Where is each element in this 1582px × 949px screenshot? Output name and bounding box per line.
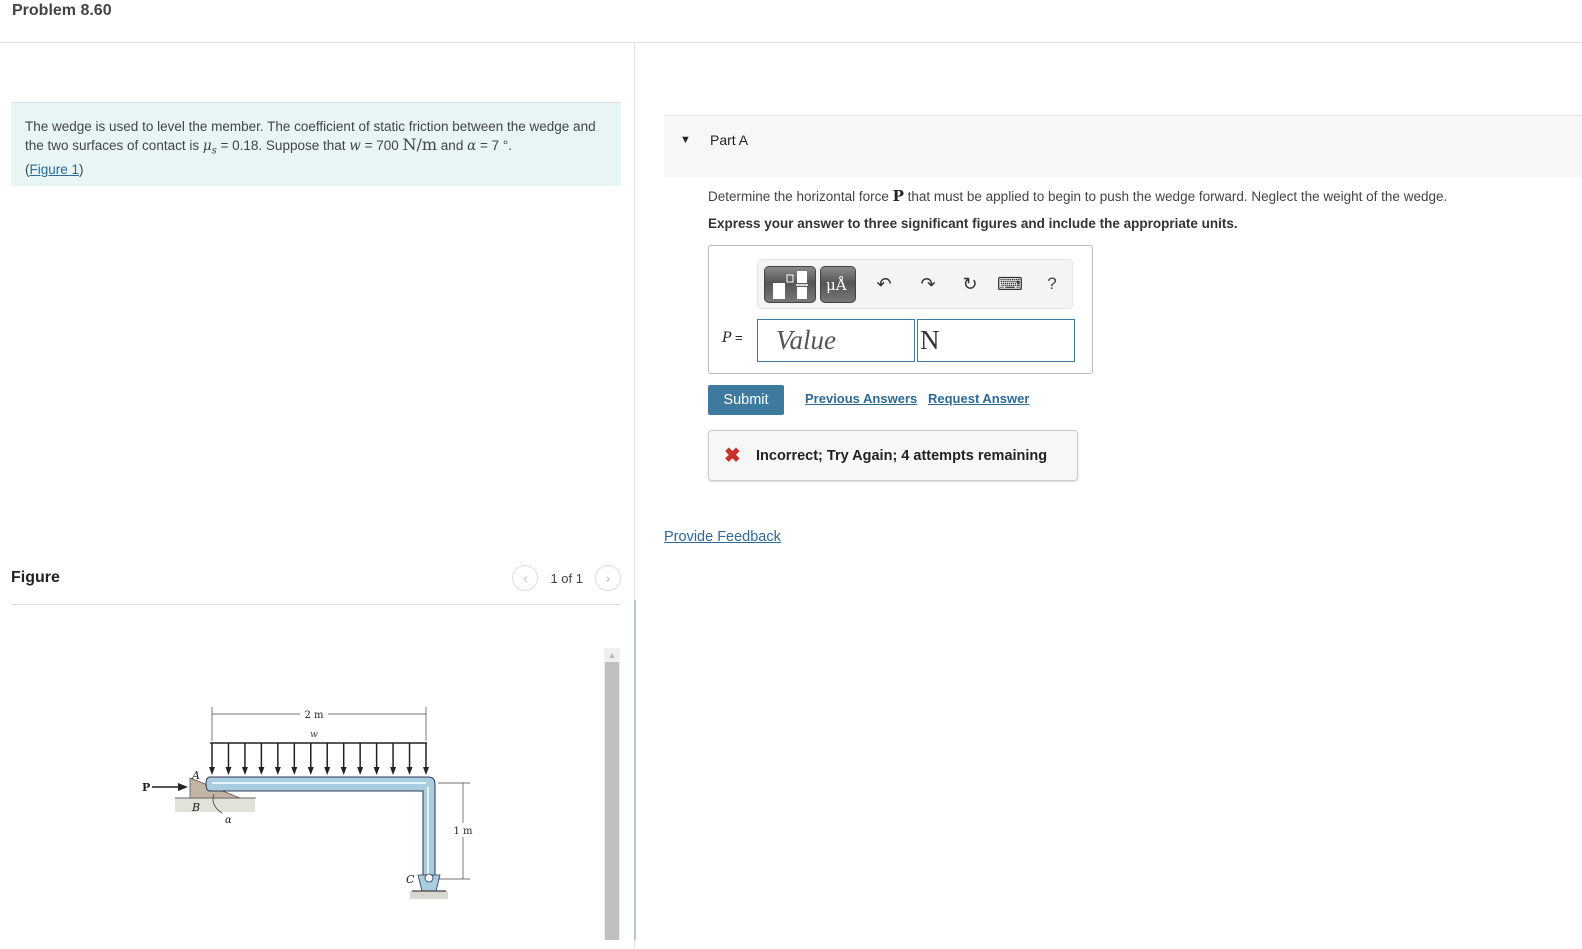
intro-text-4: and <box>437 138 468 153</box>
scrollbar-thumb[interactable] <box>605 662 619 940</box>
problem-title: Problem 8.60 <box>12 2 112 19</box>
angle-label: α <box>225 815 232 826</box>
load-label: w <box>310 730 318 740</box>
load-arrow-head <box>209 767 215 775</box>
templates-icon <box>773 271 808 299</box>
load-arrow-head <box>274 767 281 775</box>
page-header: Problem 8.60 <box>0 0 1582 43</box>
figure-diagram: P A B α C w 2 m 1 m <box>142 707 476 899</box>
alpha-symbol: α <box>467 138 477 154</box>
answer-variable-label: P = <box>722 330 743 346</box>
ground-c <box>410 891 448 899</box>
load-arrow-head <box>390 767 397 775</box>
provide-feedback-link[interactable]: Provide Feedback <box>664 529 781 545</box>
figure-header: Figure ‹ 1 of 1 › <box>11 565 621 605</box>
member <box>205 776 436 884</box>
mu-symbol: μs <box>202 138 217 157</box>
answer-instruction: Express your answer to three significant… <box>708 216 1238 231</box>
load-arrow-head <box>225 767 232 775</box>
point-a-label: A <box>191 769 200 782</box>
load-arrow-head <box>307 767 314 775</box>
load-arrows <box>209 743 429 775</box>
units-icon: μÅ <box>826 276 847 294</box>
part-a-header[interactable]: ▼ Part A <box>664 115 1582 177</box>
redo-button[interactable]: ↷ <box>916 272 940 296</box>
keyboard-button[interactable]: ⌨ <box>997 272 1023 296</box>
load-arrow-head <box>324 767 331 775</box>
dim-side-label: 1 m <box>453 826 473 837</box>
value-input[interactable] <box>757 319 915 362</box>
point-c-label: C <box>406 873 415 886</box>
part-a-label: Part A <box>710 132 749 148</box>
chevron-left-icon: ‹ <box>523 570 528 586</box>
figure-pager: ‹ 1 of 1 › <box>512 565 621 591</box>
load-arrow-head <box>423 767 429 775</box>
force-label: P <box>142 781 150 794</box>
math-toolbar: μÅ ↶ ↷ ↻ ⌨ ? <box>757 259 1073 309</box>
w-unit: N/m <box>402 135 438 154</box>
pin <box>424 873 434 883</box>
load-arrow-head <box>291 767 298 775</box>
caret-down-icon[interactable]: ▼ <box>680 134 691 146</box>
keyboard-icon: ⌨ <box>997 273 1023 294</box>
w-symbol: w <box>349 138 361 154</box>
next-figure-button[interactable]: › <box>595 565 621 591</box>
ground-left <box>175 798 255 812</box>
figure-count: 1 of 1 <box>550 570 583 586</box>
previous-figure-button[interactable]: ‹ <box>512 565 539 591</box>
load-arrow-head <box>340 767 347 775</box>
request-answer-link[interactable]: Request Answer <box>928 391 1029 406</box>
load-arrow-head <box>258 767 265 775</box>
feedback-message-box: ✖ Incorrect; Try Again; 4 attempts remai… <box>708 430 1078 481</box>
submit-button[interactable]: Submit <box>708 385 784 415</box>
problem-intro: The wedge is used to level the member. T… <box>11 102 621 186</box>
figure-label: Figure <box>11 569 60 586</box>
feedback-message: Incorrect; Try Again; 4 attempts remaini… <box>756 448 1048 464</box>
reset-button[interactable]: ↻ <box>958 272 982 296</box>
chevron-right-icon: › <box>605 570 611 586</box>
intro-text-2: = 0.18. Suppose that <box>216 138 350 153</box>
undo-button[interactable]: ↶ <box>872 272 896 296</box>
figure-scrollbar[interactable]: ▲ <box>604 648 620 940</box>
previous-answers-link[interactable]: Previous Answers <box>805 391 917 406</box>
load-arrow-head <box>357 767 364 775</box>
load-arrow-head <box>373 767 380 775</box>
force-arrow-head <box>178 783 188 791</box>
units-button[interactable]: μÅ <box>820 266 856 303</box>
question-variable: P <box>892 187 904 205</box>
load-arrow-head <box>406 767 413 775</box>
undo-icon: ↶ <box>876 273 892 294</box>
intro-text-3: = 700 <box>360 138 403 153</box>
pane-divider-handle[interactable] <box>634 600 636 940</box>
figure-link[interactable]: Figure 1 <box>30 162 80 177</box>
point-b-label: B <box>191 801 200 814</box>
answer-box: μÅ ↶ ↷ ↻ ⌨ ? P = <box>708 245 1093 374</box>
scroll-up-icon[interactable]: ▲ <box>604 648 620 662</box>
dim-top-label: 2 m <box>304 710 324 721</box>
incorrect-x-icon: ✖ <box>724 445 741 467</box>
templates-button[interactable] <box>764 266 816 303</box>
redo-icon: ↷ <box>920 273 936 294</box>
help-icon: ? <box>1047 274 1057 293</box>
reset-icon: ↻ <box>962 273 978 294</box>
help-button[interactable]: ? <box>1040 272 1064 296</box>
question-text: Determine the horizontal force P that mu… <box>708 187 1448 205</box>
intro-text-5: = 7 °. <box>476 138 512 153</box>
unit-input[interactable] <box>917 319 1075 362</box>
load-arrow-head <box>241 767 248 775</box>
